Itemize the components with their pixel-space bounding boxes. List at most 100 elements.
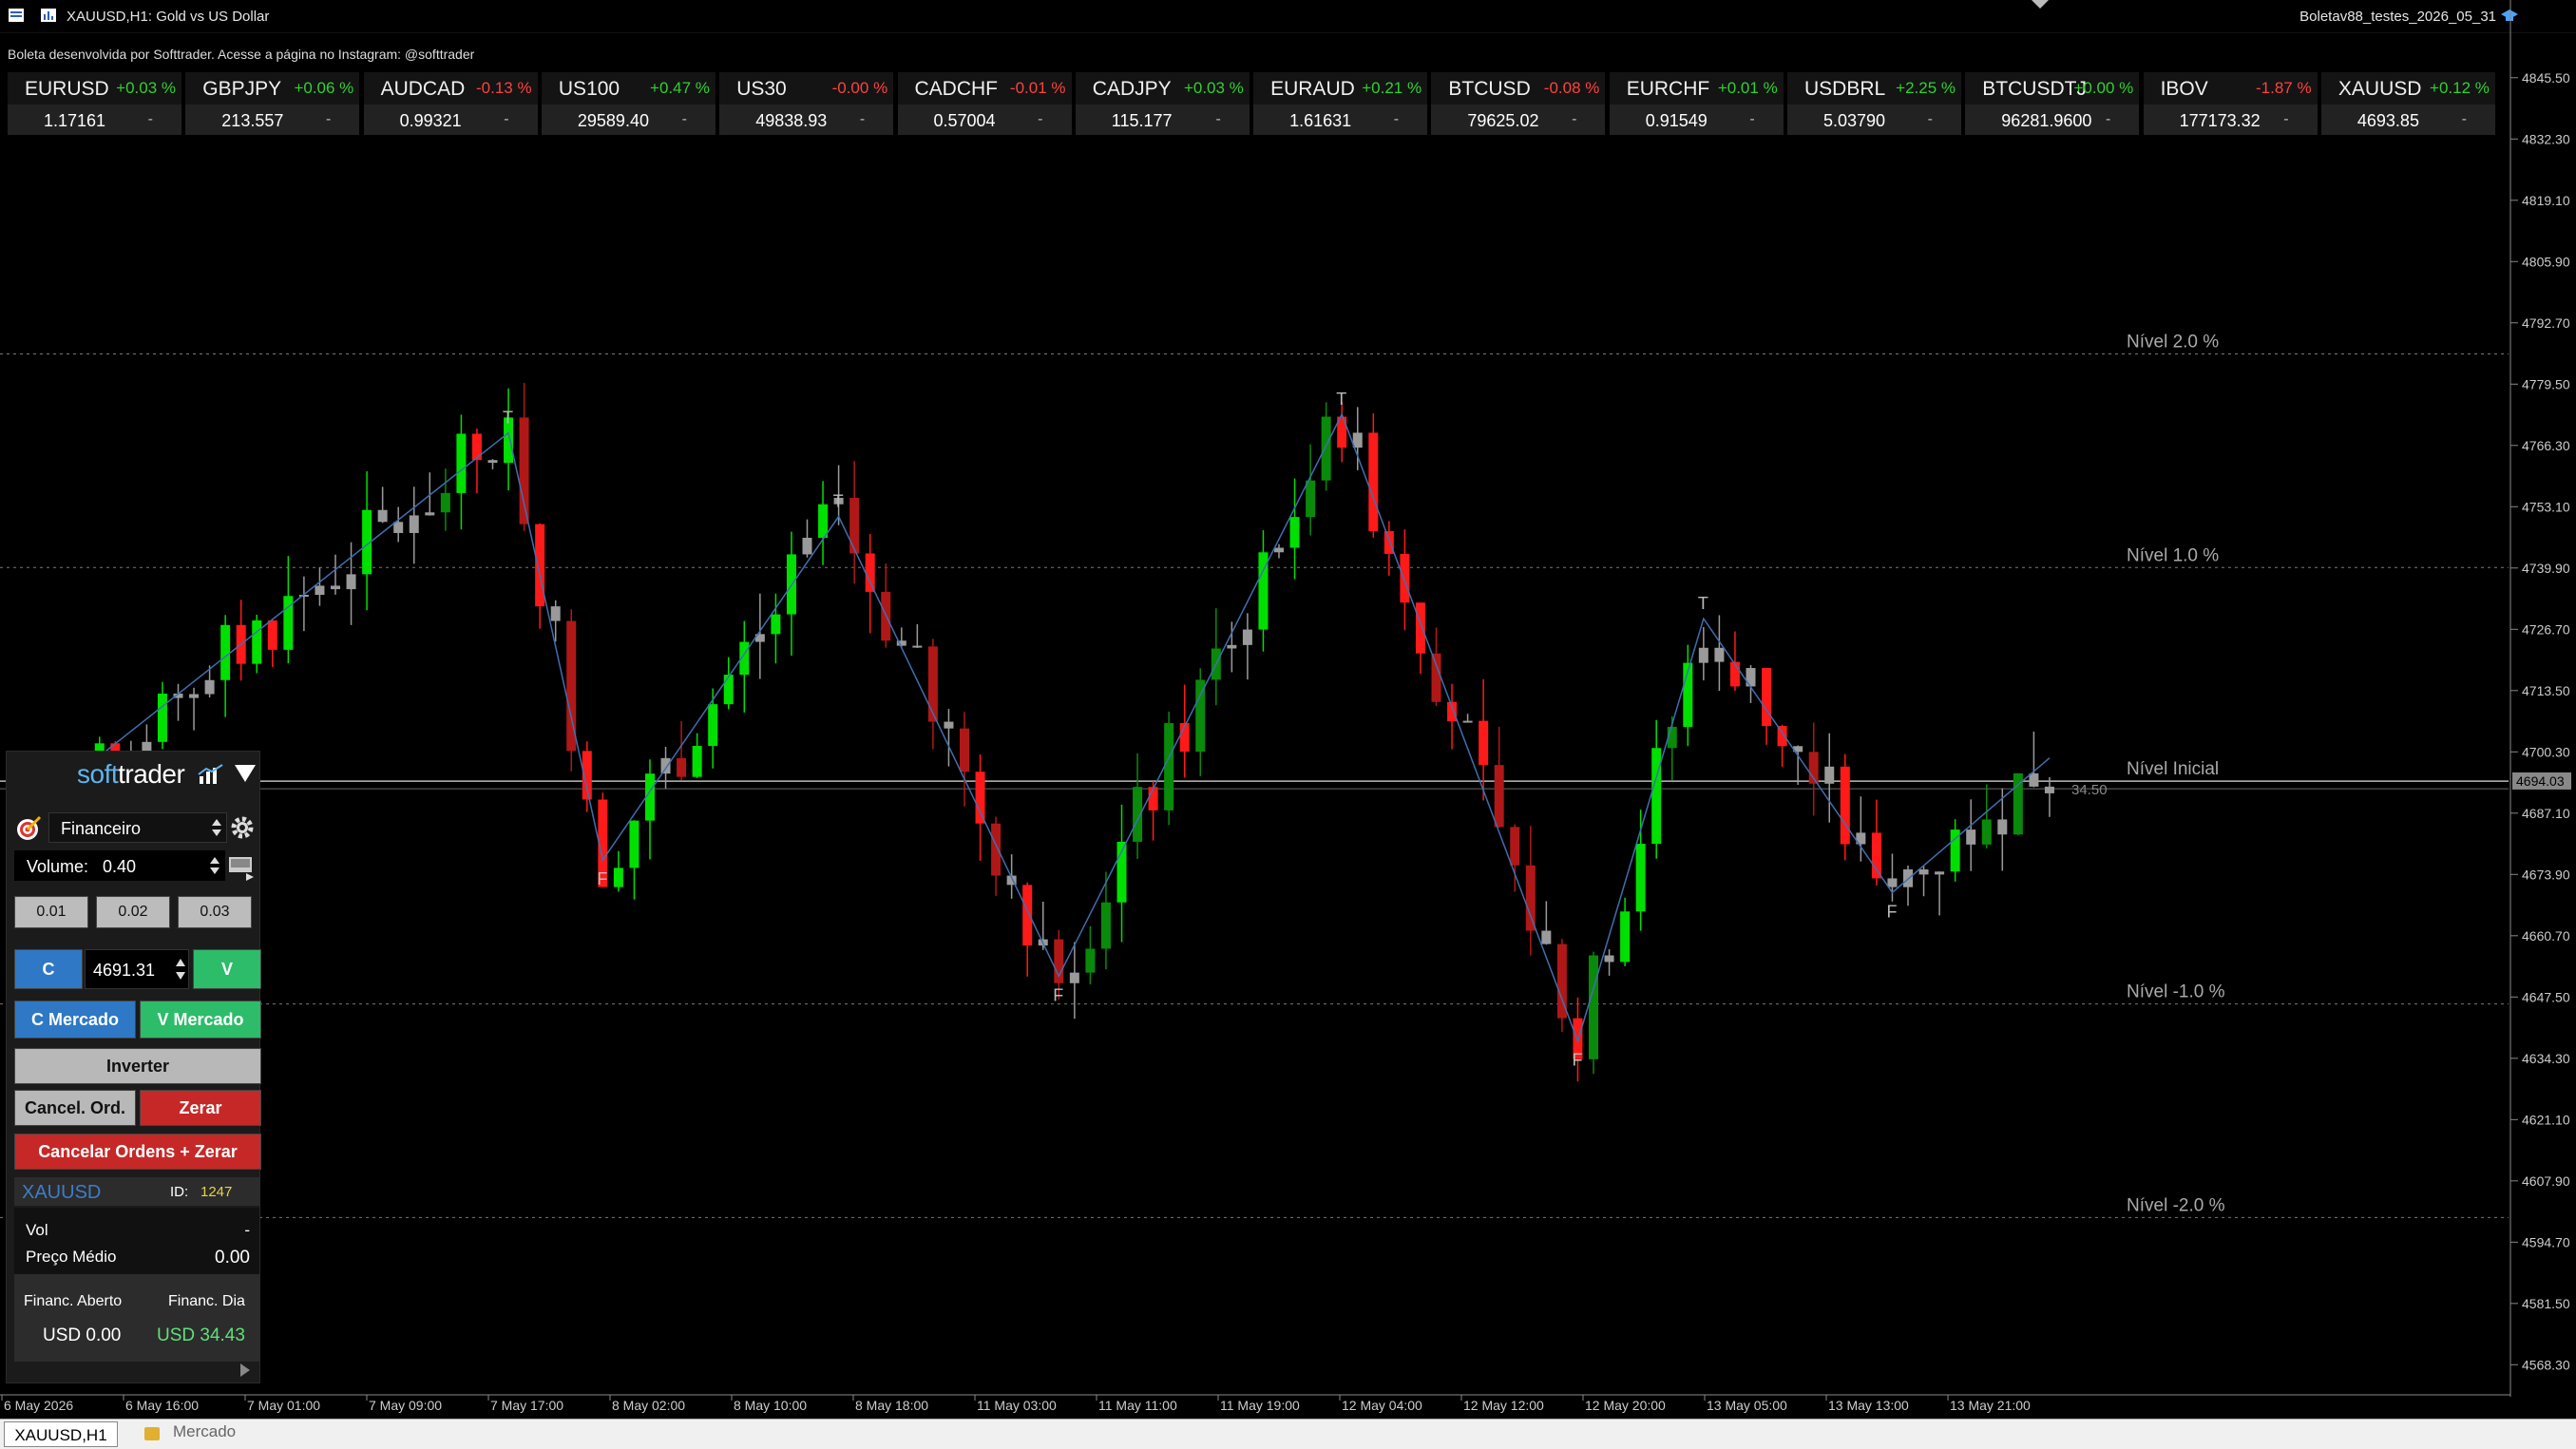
candle [1195,668,1206,776]
candle [786,531,796,657]
candle [1746,665,1756,703]
candle [1289,478,1300,580]
zigzag-label: T [833,492,844,511]
ticker-symbol: GBPJPY [202,78,282,100]
candle [723,657,734,710]
gear-icon[interactable] [229,814,256,841]
chart-stats-icon[interactable] [197,763,225,786]
ticker-xauusd[interactable]: XAUUSD +0.12 % 4693.85 - [2320,72,2495,135]
candle [1116,804,1127,943]
ticker-usdbrl[interactable]: USDBRL +2.25 % 5.03790 - [1787,72,1961,135]
candle [1541,901,1552,945]
candle [1887,853,1898,902]
limit-price-field[interactable]: 4691.31 [85,949,189,989]
ticker-sub: - [2461,111,2467,127]
preset-volume-1-button[interactable]: 0.01 [14,896,88,928]
boleta-panel: softtrader Financeiro Volume: 0.40 0.01 … [6,751,261,1383]
buy-limit-button[interactable]: C [14,949,83,989]
level-label: Nível 1.0 % [2127,545,2219,565]
ticker-us30[interactable]: US30 -0.00 % 49838.93 - [719,72,894,135]
lock-icon [144,1427,160,1440]
ticker-change: -1.87 % [2256,79,2312,97]
cancel-and-zero-button[interactable]: Cancelar Ordens + Zerar [14,1134,261,1170]
expand-right-icon[interactable] [239,1362,252,1379]
candle [629,820,639,900]
candle [566,609,577,772]
ticker-ibov[interactable]: IBOV -1.87 % 177173.32 - [2143,72,2318,135]
x-tick-label: 12 May 20:00 [1585,1398,1666,1413]
y-tick-label: 4673.90 [2522,867,2570,882]
ticker-sub: - [147,111,153,127]
volume-stepper-icon[interactable] [209,855,220,876]
volume-field[interactable]: Volume: 0.40 [14,850,225,881]
status-bar: XAUUSD,H1 Mercado [0,1419,2576,1449]
candle [692,733,702,778]
chart-tab-xauusd[interactable]: XAUUSD,H1 [4,1421,118,1447]
ticker-cadchf[interactable]: CADCHF -0.01 % 0.57004 - [897,72,1072,135]
ticker-change: +0.03 % [1183,79,1244,97]
zigzag-line [20,412,2051,1044]
terminal-menu-icon[interactable] [8,8,25,23]
ticker-btcusd[interactable]: BTCUSD -0.08 % 79625.02 - [1431,72,1606,135]
ticker-price: 1.17161 [44,111,106,130]
y-tick-label: 4687.10 [2522,806,2570,821]
ticker-symbol: US100 [558,78,620,100]
chart-window-icon [41,9,56,22]
zigzag-label: F [1886,902,1897,921]
ticker-symbol: AUDCAD [380,78,466,100]
candle [865,533,875,634]
price-stepper-icon[interactable] [175,956,186,982]
candle [1903,865,1913,906]
ticker-euraud[interactable]: EURAUD +0.21 % 1.61631 - [1253,72,1428,135]
ticker-symbol: IBOV [2160,78,2208,100]
candle [157,681,167,750]
keyboard-icon[interactable] [227,852,256,881]
invert-position-button[interactable]: Inverter [14,1048,261,1084]
y-tick-label: 4792.70 [2522,315,2570,331]
candle [173,683,183,721]
candle [1321,402,1331,491]
collapse-panel-icon[interactable] [235,765,256,782]
candle [613,850,623,892]
candle [1997,788,2008,871]
chart-shift-marker-icon[interactable] [2032,0,2049,10]
graduation-cap-icon[interactable] [2500,7,2519,26]
candle [1494,726,1504,829]
sell-market-button[interactable]: V Mercado [140,1001,261,1039]
ticker-gbpjpy[interactable]: GBPJPY +0.06 % 213.557 - [185,72,360,135]
ticker-us100[interactable]: US100 +0.47 % 29589.40 - [541,72,716,135]
ticker-sub: - [504,111,509,127]
zigzag-label: T [503,409,513,428]
x-tick-label: 11 May 19:00 [1220,1398,1300,1413]
y-tick-label: 4700.30 [2522,744,2570,759]
ticker-eurusd[interactable]: EURUSD +0.03 % 1.17161 - [8,72,181,135]
market-tab[interactable]: Mercado [173,1422,236,1441]
mode-select[interactable]: Financeiro [48,812,227,843]
candle [504,388,514,491]
current-price-label: 4694.03 [2516,773,2565,789]
preset-volume-2-button[interactable]: 0.02 [96,896,170,928]
x-tick-label: 8 May 10:00 [734,1398,807,1413]
candle [204,665,215,698]
candle [660,747,671,789]
candle [440,468,450,531]
ticker-btcusdtj[interactable]: BTCUSDTJ +0.00 % 96281.9600- [1965,72,2140,135]
price-chart[interactable]: Nível 2.0 % Nível 1.0 % Nível Inicial Nível… [0,0,2576,1425]
ticker-audcad[interactable]: AUDCAD -0.13 % 0.99321 - [363,72,538,135]
candle [818,481,829,565]
ticker-sub: - [1749,111,1755,127]
profile-name: Boletav88_testes_2026_05_31 [2299,9,2496,25]
preset-volume-3-button[interactable]: 0.03 [178,896,252,928]
candle [1620,897,1631,966]
sell-limit-button[interactable]: V [193,949,261,989]
zigzag-label: T [1336,390,1346,409]
zero-position-button[interactable]: Zerar [140,1090,261,1126]
ticker-symbol: EURCHF [1626,78,1710,100]
buy-market-button[interactable]: C Mercado [14,1001,136,1039]
cancel-orders-button[interactable]: Cancel. Ord. [14,1090,136,1126]
ticker-change: +0.00 % [2073,79,2134,97]
ticker-cadjpy[interactable]: CADJPY +0.03 % 115.177 - [1075,72,1250,135]
ticker-eurchf[interactable]: EURCHF +0.01 % 0.91549 - [1609,72,1784,135]
ticker-sub: - [859,111,866,127]
zigzag-label: F [1053,985,1063,1004]
